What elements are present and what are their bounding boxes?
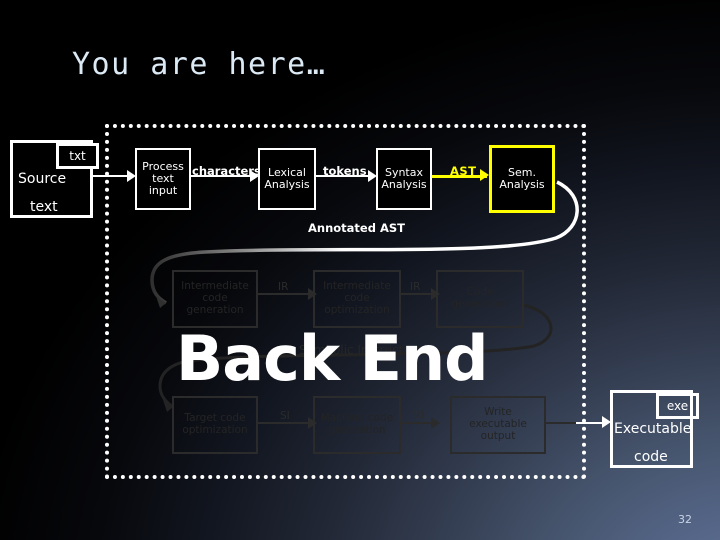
- box-machine-code-generation[interactable]: Machine code generation: [313, 396, 401, 454]
- edge-label-tokens: tokens: [323, 164, 367, 178]
- output-file-line1: Executable: [614, 421, 692, 437]
- box-intermediate-code-optimization[interactable]: Intermediate code optimization: [313, 270, 401, 328]
- arrowhead-ast: [480, 169, 489, 181]
- edge-label-annotated-ast: Annotated AST: [308, 221, 405, 235]
- box-lexical-analysis[interactable]: Lexical Analysis: [258, 148, 316, 210]
- box-semantic-analysis[interactable]: Sem. Analysis: [489, 145, 555, 213]
- box-code-generation[interactable]: Code generation: [436, 270, 524, 328]
- page-number: 32: [678, 513, 692, 526]
- edge-label-ir1: IR: [278, 281, 289, 293]
- source-file-line2: text: [30, 199, 58, 215]
- box-intermediate-code-generation[interactable]: Intermediate code generation: [172, 270, 258, 328]
- page-title: You are here…: [72, 47, 327, 82]
- edge-ir1-line: [258, 293, 314, 295]
- edge-output-line-inner: [546, 422, 576, 424]
- source-file-line1: Source: [18, 171, 67, 187]
- source-file-extension-label: txt: [69, 149, 86, 163]
- edge-label-ast: AST: [450, 164, 477, 178]
- box-process-text-input[interactable]: Process text input: [135, 148, 191, 210]
- box-write-executable-output[interactable]: Write executable output: [450, 396, 546, 454]
- output-file-line2: code: [634, 449, 668, 465]
- source-file-extension-tab: txt: [56, 143, 99, 169]
- box-target-code-optimization[interactable]: Target code optimization: [172, 396, 258, 454]
- edge-label-characters: characters: [192, 164, 261, 178]
- slide-canvas: You are here… txt Source text Process te…: [0, 0, 720, 540]
- back-end-watermark: Back End: [176, 322, 489, 395]
- edge-label-si: SI: [280, 410, 290, 422]
- output-file-extension-label: exe: [666, 399, 689, 413]
- arrowhead-mi: [431, 417, 440, 429]
- box-syntax-analysis[interactable]: Syntax Analysis: [376, 148, 432, 210]
- edge-label-ir2: IR: [410, 281, 421, 293]
- edge-si-line: [258, 422, 314, 424]
- edge-label-mi: MI: [412, 410, 425, 422]
- output-file-extension-tab: exe: [656, 393, 699, 419]
